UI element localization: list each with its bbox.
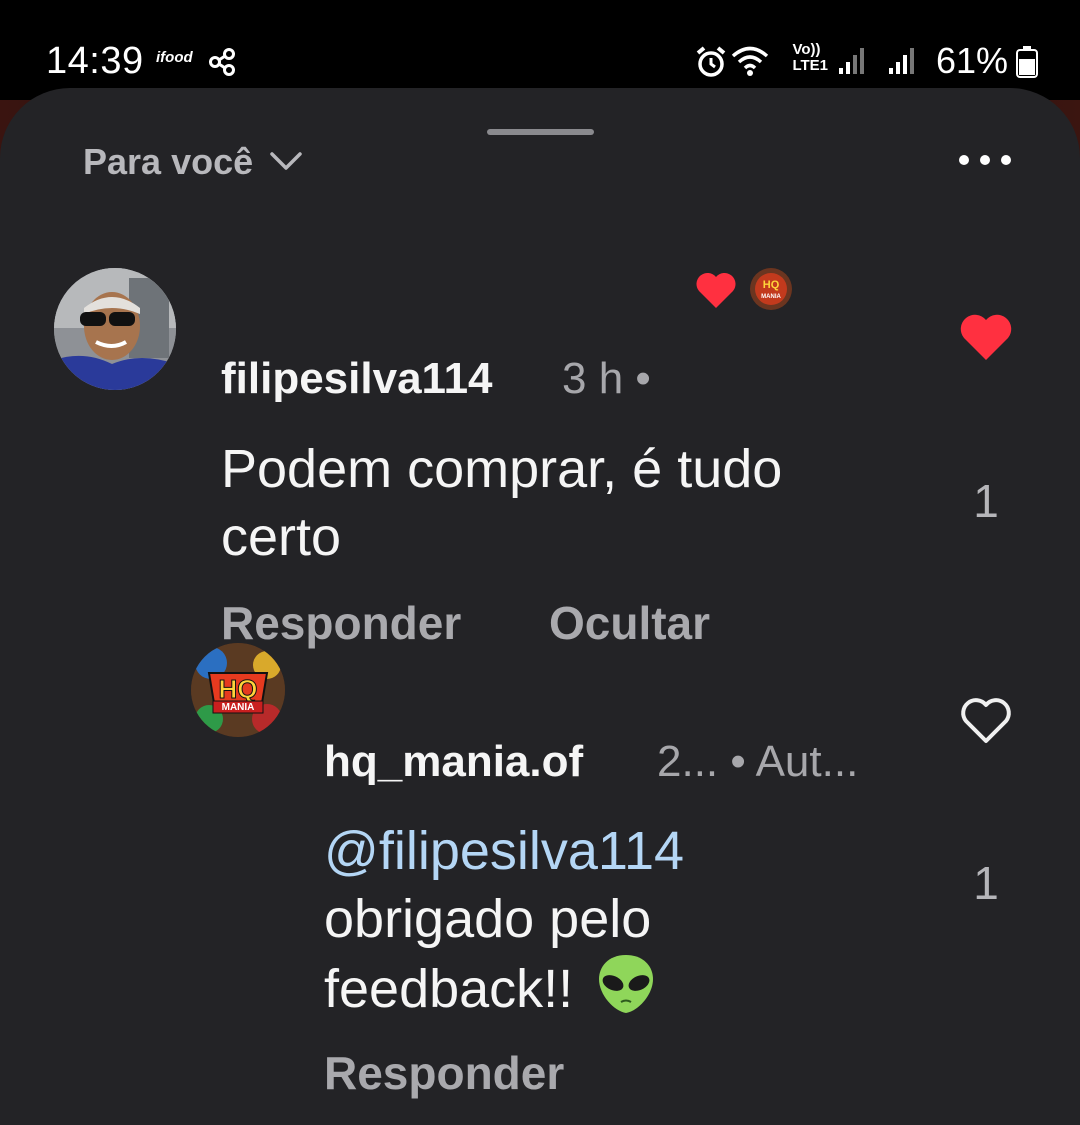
like-count: 1 [973, 475, 999, 527]
avatar[interactable] [54, 268, 176, 390]
like-button[interactable] [959, 697, 1013, 750]
alien-emoji [596, 953, 656, 1031]
like-count: 1 [973, 857, 999, 909]
comment-filter-dropdown[interactable]: Para você [83, 140, 303, 184]
more-icon [959, 155, 1011, 165]
comment-username[interactable]: hq_mania.of [324, 737, 583, 787]
wifi-icon [730, 44, 770, 83]
threads-icon: @ [324, 821, 379, 881]
status-time: 14:39 [46, 40, 144, 82]
filter-label: Para você [83, 141, 254, 182]
comment-text-line: Podem comprar, é tudo [221, 439, 783, 499]
volte-indicator: Vo)) LTE1 [792, 42, 828, 74]
like-button[interactable] [958, 313, 1014, 368]
battery-percentage: 61% [935, 40, 1008, 81]
reply-button[interactable]: Responder [221, 596, 461, 650]
battery-icon [1016, 46, 1038, 83]
chevron-down-icon [269, 150, 303, 177]
hide-button[interactable]: Ocultar [549, 596, 710, 650]
comment-text: Podem comprar, é tudo certo [221, 435, 782, 571]
avatar[interactable]: HQ MANIA [191, 643, 285, 737]
mention-link[interactable]: @filipesilva114 [324, 821, 684, 881]
svg-text:MANIA: MANIA [761, 294, 781, 300]
comment-text-line: feedback!! [324, 959, 574, 1019]
status-bar: 14:39 ifood Vo)) LTE1 61% [0, 0, 1080, 100]
reply-button[interactable]: Responder [324, 1046, 564, 1100]
creator-liked-heart-icon [694, 270, 738, 315]
comment-timestamp: 2... • Aut... [657, 737, 859, 786]
comment-timestamp: 3 h • [562, 354, 651, 403]
signal-icon [888, 46, 918, 81]
heart-outline-icon [961, 698, 1011, 743]
lte-label: LTE1 [792, 57, 828, 74]
mention-username: filipesilva114 [378, 821, 685, 881]
svg-text:HQ: HQ [763, 279, 780, 291]
avatar-logo-text: HQ [219, 674, 258, 704]
drag-handle[interactable] [487, 129, 594, 135]
signal-icon [838, 46, 868, 81]
comment-text: @filipesilva114 obrigado pelo feedback!! [324, 817, 684, 1031]
alarm-icon [694, 45, 728, 84]
share-icon [208, 48, 236, 81]
creator-avatar: HQ MANIA [750, 268, 792, 310]
volte-label: Vo)) [792, 41, 821, 58]
avatar-logo-subtext: MANIA [222, 702, 255, 713]
comment-text-line: obrigado pelo [324, 889, 652, 949]
comment-username[interactable]: filipesilva114 [221, 354, 493, 404]
comment-text-line: certo [221, 507, 342, 567]
more-options-button[interactable] [958, 150, 1014, 170]
ifood-notification-icon: ifood [156, 49, 193, 66]
heart-icon [960, 314, 1012, 360]
